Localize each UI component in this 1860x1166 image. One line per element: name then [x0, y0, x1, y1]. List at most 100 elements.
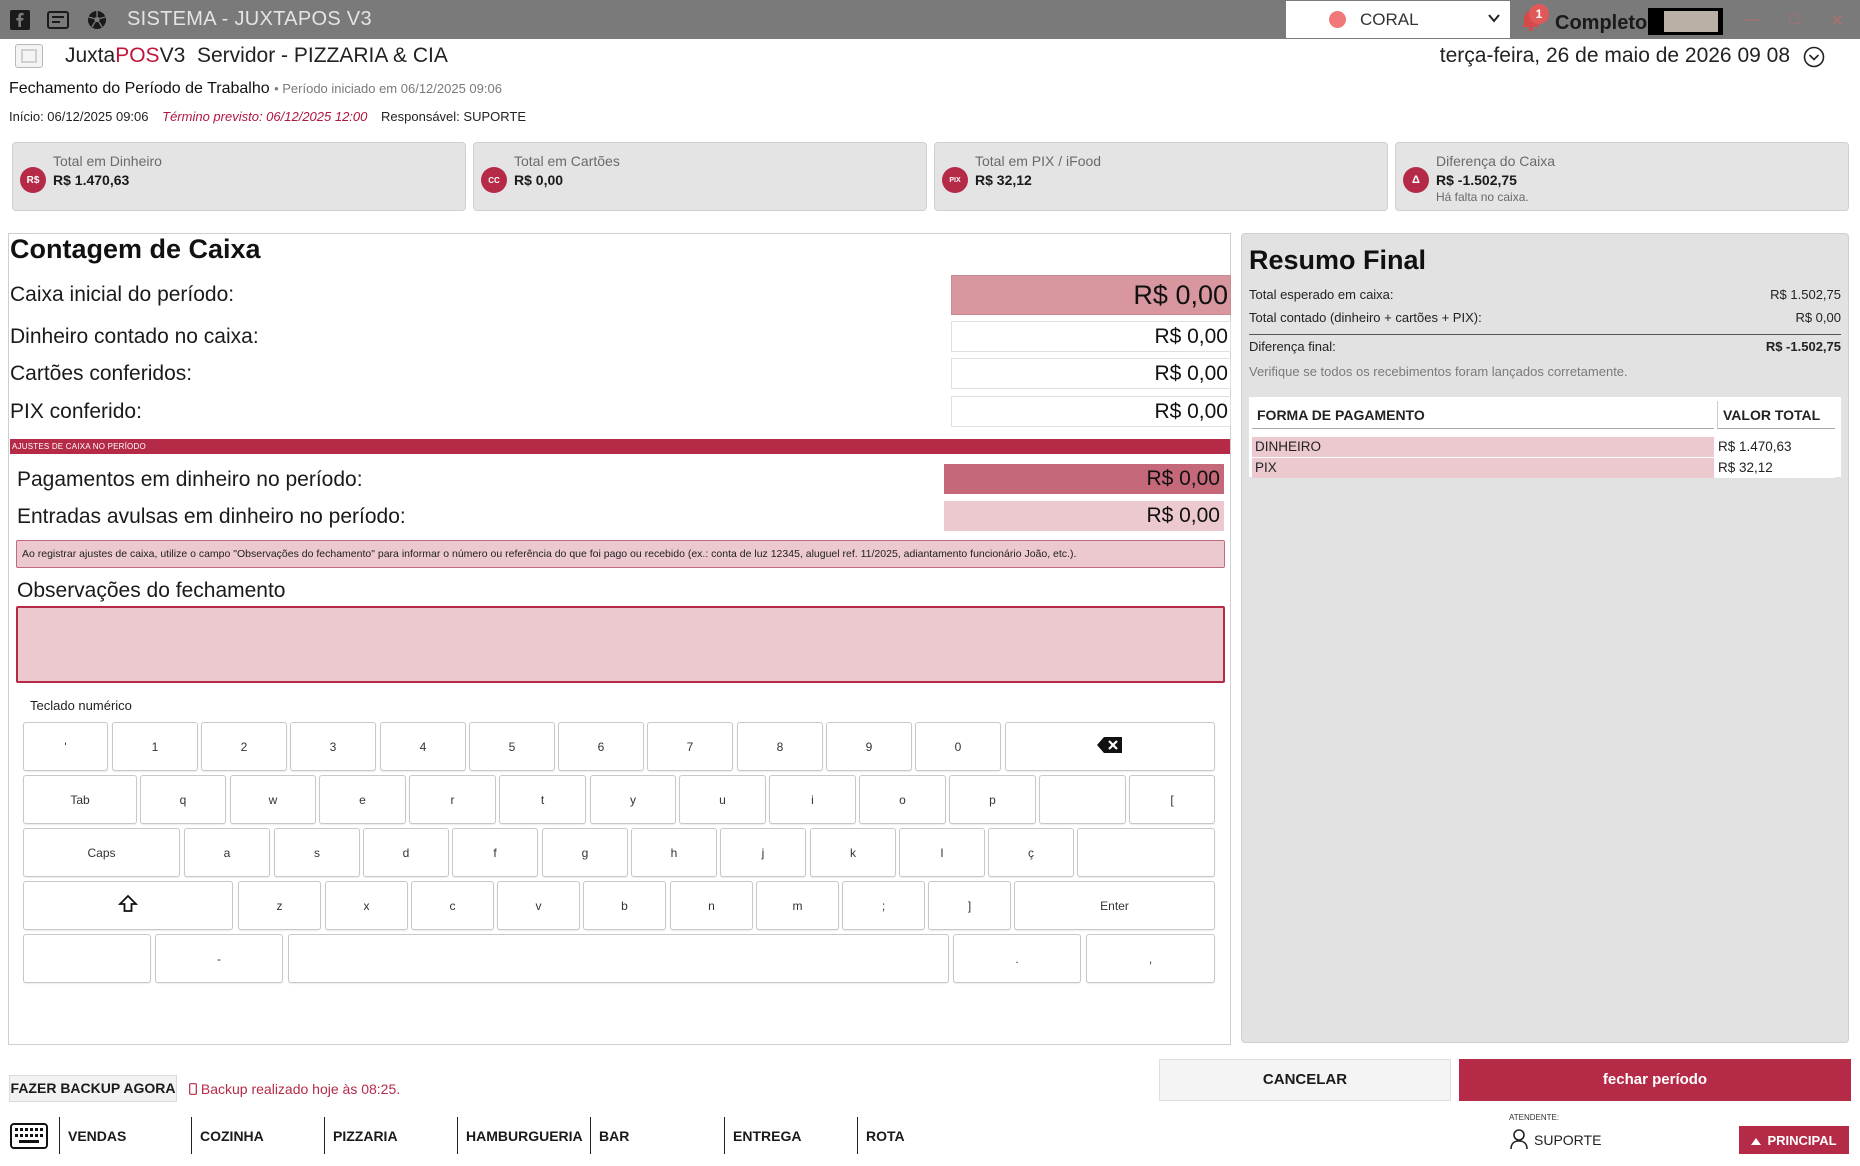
key-i[interactable]: i [769, 775, 856, 824]
key-a[interactable]: a [184, 828, 270, 877]
shift-key[interactable] [23, 881, 233, 930]
diferenca-final-value: R$ -1.502,75 [1765, 339, 1841, 354]
nav-item-hamburgueria[interactable]: HAMBURGUERIA [457, 1117, 583, 1154]
entradas-avulsas-field[interactable]: R$ 0,00 [944, 501, 1224, 531]
entradas-avulsas-label: Entradas avulsas em dinheiro no período: [17, 505, 406, 528]
key-caps[interactable]: Caps [23, 828, 180, 877]
key-1[interactable]: 1 [112, 722, 198, 771]
key-6[interactable]: 6 [558, 722, 644, 771]
key-d[interactable]: d [363, 828, 449, 877]
key-z[interactable]: z [238, 881, 321, 930]
chat-icon[interactable] [47, 9, 69, 31]
key-g[interactable]: g [542, 828, 628, 877]
key-5[interactable]: 5 [469, 722, 555, 771]
caixa-inicial-label: Caixa inicial do período: [10, 283, 235, 306]
key-hyphen[interactable]: - [155, 934, 283, 983]
key-q[interactable]: q [140, 775, 226, 824]
app-title: SISTEMA - JUXTAPOS V3 [127, 8, 372, 30]
pagamentos-dinheiro-field[interactable]: R$ 0,00 [944, 464, 1224, 494]
cartoes-conferidos-field[interactable]: R$ 0,00 [951, 358, 1231, 389]
key-9[interactable]: 9 [826, 722, 912, 771]
pix-conferido-field[interactable]: R$ 0,00 [951, 396, 1231, 427]
key-7[interactable]: 7 [647, 722, 733, 771]
backspace-key[interactable] [1005, 722, 1215, 771]
key-3[interactable]: 3 [290, 722, 376, 771]
key-o[interactable]: o [859, 775, 946, 824]
total-contado-value: R$ 0,00 [1795, 310, 1841, 325]
status-select[interactable]: CORAL [1286, 1, 1510, 38]
title-bar: SISTEMA - JUXTAPOS V3 CORAL 1 Completo —… [0, 0, 1860, 39]
observacoes-textarea[interactable] [16, 606, 1225, 683]
nav-item-entrega[interactable]: ENTREGA [724, 1117, 801, 1154]
dinheiro-contado-label: Dinheiro contado no caixa: [10, 325, 259, 348]
key-semicolon[interactable]: ; [842, 881, 925, 930]
key-blank[interactable] [1039, 775, 1126, 824]
key-blank-right[interactable] [1077, 828, 1215, 877]
total-contado-row: Total contado (dinheiro + cartões + PIX)… [1249, 310, 1841, 325]
total-esperado-label: Total esperado em caixa: [1249, 287, 1394, 302]
nav-item-vendas[interactable]: VENDAS [59, 1117, 126, 1154]
key-close-bracket[interactable]: ] [928, 881, 1011, 930]
key-tab[interactable]: Tab [23, 775, 137, 824]
key-u[interactable]: u [679, 775, 766, 824]
nav-item-rota[interactable]: ROTA [857, 1117, 905, 1154]
key-b[interactable]: b [583, 881, 666, 930]
key-blank-left[interactable] [23, 934, 151, 983]
key-n[interactable]: n [670, 881, 753, 930]
close-icon[interactable]: ✕ [1827, 11, 1847, 31]
key-c-cedilla[interactable]: ç [988, 828, 1074, 877]
key-v[interactable]: v [497, 881, 580, 930]
facebook-icon[interactable] [9, 9, 31, 31]
key-enter[interactable]: Enter [1014, 881, 1215, 930]
key-s[interactable]: s [274, 828, 360, 877]
backup-status-text: Backup realizado hoje às 08:25. [200, 1081, 401, 1097]
backup-button[interactable]: FAZER BACKUP AGORA [9, 1075, 177, 1102]
key-j[interactable]: j [720, 828, 806, 877]
key-e[interactable]: e [319, 775, 406, 824]
key-m[interactable]: m [756, 881, 839, 930]
keyboard-icon[interactable] [10, 1123, 48, 1149]
cancel-button[interactable]: CANCELAR [1159, 1059, 1451, 1101]
close-period-button[interactable]: fechar período [1459, 1059, 1851, 1101]
principal-button[interactable]: PRINCIPAL [1739, 1126, 1849, 1154]
user-name[interactable]: Completo [1555, 12, 1647, 35]
key-r[interactable]: r [409, 775, 496, 824]
key-x[interactable]: x [325, 881, 408, 930]
key-w[interactable]: w [230, 775, 316, 824]
nav-item-cozinha[interactable]: COZINHA [191, 1117, 264, 1154]
caixa-inicial-field[interactable]: R$ 0,00 [951, 275, 1231, 315]
card-label: Diferença do Caixa [1436, 153, 1556, 169]
key-p[interactable]: p [949, 775, 1036, 824]
key-l[interactable]: l [899, 828, 985, 877]
nav-item-bar[interactable]: BAR [590, 1117, 629, 1154]
attendant-name: SUPORTE [1534, 1132, 1602, 1148]
key-space[interactable] [288, 934, 949, 983]
pix-conferido-label: PIX conferido: [10, 400, 142, 423]
avatar[interactable] [1648, 8, 1723, 35]
table-cell-valor: R$ 32,12 [1715, 458, 1835, 478]
key-period[interactable]: . [953, 934, 1081, 983]
status-dot [1329, 11, 1346, 28]
resumo-panel: Resumo Final Total esperado em caixa: R$… [1241, 233, 1849, 1043]
key-8[interactable]: 8 [737, 722, 823, 771]
dinheiro-contado-field[interactable]: R$ 0,00 [951, 321, 1231, 352]
key-comma[interactable]: , [1086, 934, 1215, 983]
key-y[interactable]: y [590, 775, 676, 824]
app-logo [15, 44, 43, 68]
notification-badge: 1 [1529, 4, 1549, 24]
key-c[interactable]: c [411, 881, 494, 930]
key-open-bracket[interactable]: [ [1129, 775, 1215, 824]
soccer-ball-icon[interactable] [86, 9, 108, 31]
nav-item-pizzaria[interactable]: PIZZARIA [324, 1117, 398, 1154]
maximize-icon[interactable]: □ [1784, 11, 1804, 29]
key-h[interactable]: h [631, 828, 717, 877]
key-2[interactable]: 2 [201, 722, 287, 771]
key-t[interactable]: t [499, 775, 586, 824]
minimize-icon[interactable]: — [1741, 11, 1761, 29]
key-4[interactable]: 4 [380, 722, 466, 771]
key-k[interactable]: k [810, 828, 896, 877]
chevron-down-circle-icon[interactable] [1803, 46, 1825, 68]
key-apostrophe[interactable]: ' [23, 722, 108, 771]
key-f[interactable]: f [452, 828, 538, 877]
key-0[interactable]: 0 [915, 722, 1001, 771]
